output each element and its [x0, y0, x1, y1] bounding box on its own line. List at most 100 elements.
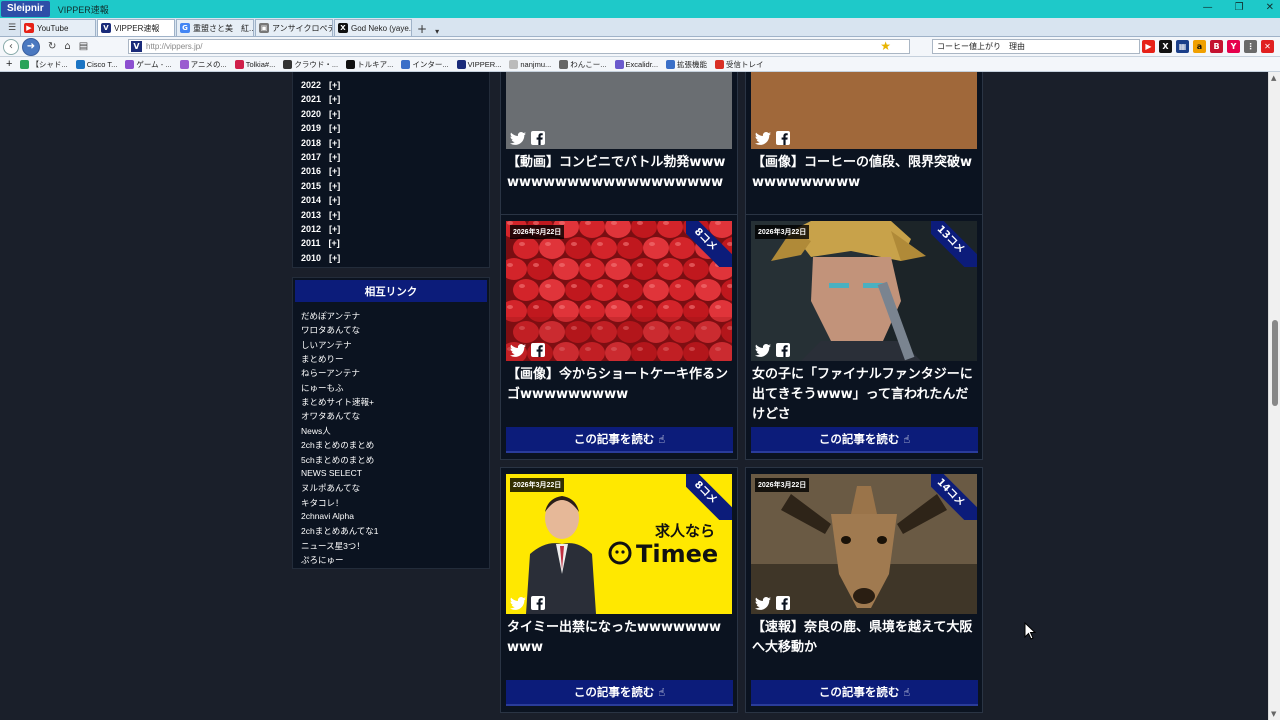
twitter-icon[interactable]	[755, 596, 771, 610]
new-tab-button[interactable]: +	[413, 22, 431, 36]
browser-tab[interactable]: G 重盟さと美 紅...	[176, 19, 254, 36]
mutual-link-item[interactable]: News人	[301, 425, 331, 437]
page-info-icon[interactable]: ▤	[79, 41, 88, 52]
article-title[interactable]: 【画像】コーヒーの値段、限界突破wwwwwwwwww	[752, 153, 978, 193]
article-thumbnail[interactable]: 2026年3月22日 8コメ	[506, 221, 732, 361]
archive-year-item[interactable]: 2019 [+]	[301, 123, 340, 133]
browser-tab[interactable]: ▣アンサイクロペディ...	[255, 19, 333, 36]
scroll-thumb[interactable]	[1272, 320, 1278, 406]
archive-expand-toggle[interactable]: [+]	[329, 195, 340, 205]
archive-year-item[interactable]: 2018 [+]	[301, 138, 340, 148]
bookmark-item[interactable]: ゲーム - ...	[125, 59, 172, 70]
archive-year-item[interactable]: 2010 [+]	[301, 253, 340, 263]
bookmark-item[interactable]: アニメの...	[179, 59, 227, 70]
mutual-link-item[interactable]: まとめサイト速報+	[301, 396, 374, 408]
b-icon[interactable]: B	[1210, 40, 1223, 53]
mutual-link-item[interactable]: 2chまとめあんてな1	[301, 525, 379, 537]
mutual-link-item[interactable]: 2chnavi Alpha	[301, 511, 354, 521]
scroll-up-icon[interactable]: ▲	[1271, 74, 1276, 82]
archive-year-partial[interactable]	[301, 72, 304, 73]
mutual-link-item[interactable]: ねらーアンテナ	[301, 367, 360, 379]
read-article-button[interactable]: この記事を読む☝	[506, 680, 733, 706]
bookmark-item[interactable]: Tolkia#...	[234, 59, 275, 70]
archive-year-item[interactable]: 2013 [+]	[301, 210, 340, 220]
bookmark-item[interactable]: わんこー...	[559, 59, 607, 70]
read-article-button[interactable]: この記事を読む☝	[506, 427, 733, 453]
amazon-icon[interactable]: a	[1193, 40, 1206, 53]
archive-expand-toggle[interactable]: [+]	[329, 109, 340, 119]
extension-icon[interactable]: ▦	[1176, 40, 1189, 53]
facebook-icon[interactable]	[530, 596, 546, 610]
home-icon[interactable]: ⌂	[64, 41, 70, 52]
mutual-link-item[interactable]: NEWS SELECT	[301, 468, 362, 478]
archive-year-item[interactable]: 2011 [+]	[301, 238, 340, 248]
bookmark-item[interactable]: VIPPER...	[456, 59, 501, 70]
article-thumbnail[interactable]: 2026年3月22日 13コメ	[751, 221, 977, 361]
bookmark-item[interactable]: Cisco T...	[75, 59, 117, 70]
archive-expand-toggle[interactable]: [+]	[329, 253, 340, 263]
mutual-link-item[interactable]: ヌルポあんてな	[301, 482, 360, 494]
article-title[interactable]: 【動画】コンビニでバトル勃発wwwwwwwwwwwwwwwwwwwww	[507, 153, 733, 193]
article-title[interactable]: タイミー出禁になったwwwwwwwwww	[507, 618, 733, 658]
archive-year-item[interactable]: 2016 [+]	[301, 166, 340, 176]
close-icon[interactable]: ✕	[1266, 2, 1274, 13]
bookmark-star-icon[interactable]: ★	[880, 39, 891, 53]
article-title[interactable]: 【速報】奈良の鹿、県境を越えて大阪へ大移動か	[752, 618, 978, 658]
article-thumbnail[interactable]	[751, 72, 977, 149]
article-thumbnail[interactable]	[506, 72, 732, 149]
archive-expand-toggle[interactable]: [+]	[329, 238, 340, 248]
bookmark-item[interactable]: Excalidr...	[614, 59, 658, 70]
browser-tab[interactable]: X God Neko (yaye...	[334, 19, 412, 36]
archive-expand-toggle[interactable]: [+]	[329, 166, 340, 176]
read-article-button[interactable]: この記事を読む☝	[751, 680, 978, 706]
search-input[interactable]: コーヒー値上がり 理由	[932, 39, 1140, 54]
x-icon[interactable]: X	[1159, 40, 1172, 53]
twitter-icon[interactable]	[755, 131, 771, 145]
bookmark-item[interactable]: クラウド・...	[283, 59, 338, 70]
minimize-icon[interactable]: —	[1203, 2, 1213, 13]
read-article-button[interactable]: この記事を読む☝	[751, 427, 978, 453]
close-page-icon[interactable]: ✕	[1261, 40, 1274, 53]
forward-button[interactable]: ➜	[22, 37, 40, 56]
reload-icon[interactable]: ↻	[48, 41, 56, 52]
article-thumbnail[interactable]: 2026年3月22日 14コメ	[751, 474, 977, 614]
mutual-link-item[interactable]: 5chまとめのまとめ	[301, 454, 374, 466]
bookmark-item[interactable]: nanjmu...	[509, 59, 551, 70]
mutual-link-item[interactable]: ニュース星3つ！	[301, 540, 365, 552]
twitter-icon[interactable]	[510, 343, 526, 357]
archive-expand-toggle[interactable]: [+]	[329, 94, 340, 104]
mutual-link-item[interactable]: キタコレ！	[301, 497, 344, 509]
facebook-icon[interactable]	[775, 343, 791, 357]
archive-expand-toggle[interactable]: [+]	[329, 181, 340, 191]
mutual-link-item[interactable]: ワロタあんてな	[301, 324, 360, 336]
twitter-icon[interactable]	[510, 131, 526, 145]
article-title[interactable]: 【画像】今からショートケーキ作るンゴwwwwwwwww	[507, 365, 733, 405]
mutual-link-item[interactable]: しいアンテナ	[301, 339, 352, 351]
archive-expand-toggle[interactable]: [+]	[329, 210, 340, 220]
archive-expand-toggle[interactable]: [+]	[329, 152, 340, 162]
article-thumbnail[interactable]: 求人なら Timee 2026年3月22日 8コメ	[506, 474, 732, 614]
restore-icon[interactable]: ❐	[1235, 2, 1244, 13]
archive-year-item[interactable]: 2021 [+]	[301, 94, 340, 104]
browser-tab[interactable]: ▶ YouTube	[20, 19, 96, 36]
archive-year-item[interactable]: 2015 [+]	[301, 181, 340, 191]
bookmark-item[interactable]: インター...	[401, 59, 449, 70]
bookmark-item[interactable]: 拡張機能	[666, 59, 707, 70]
address-bar[interactable]: V http://vippers.jp/ ★	[128, 39, 910, 54]
archive-expand-toggle[interactable]: [+]	[329, 138, 340, 148]
browser-tab[interactable]: V VIPPER速報	[97, 19, 175, 36]
back-button[interactable]: ‹	[3, 38, 19, 55]
tab-list-dropdown-icon[interactable]: ▾	[431, 27, 443, 36]
apps-icon[interactable]: ⋮	[1244, 40, 1257, 53]
bookmark-item[interactable]: 【シャド...	[20, 59, 68, 70]
twitter-icon[interactable]	[755, 343, 771, 357]
youtube-icon[interactable]: ▶	[1142, 40, 1155, 53]
article-title[interactable]: 女の子に「ファイナルファンタジーに出てきそうwww」って言われたんだけどさ	[752, 365, 978, 425]
archive-year-item[interactable]: 2014 [+]	[301, 195, 340, 205]
archive-year-item[interactable]: 2017 [+]	[301, 152, 340, 162]
bookmark-item[interactable]: トルキア...	[346, 59, 393, 70]
bookmark-item[interactable]: 受信トレイ	[715, 59, 764, 70]
tab-menu-icon[interactable]: ☰	[4, 20, 20, 36]
vertical-scrollbar[interactable]: ▲ ▼	[1268, 72, 1280, 720]
archive-year-item[interactable]: 2020 [+]	[301, 109, 340, 119]
